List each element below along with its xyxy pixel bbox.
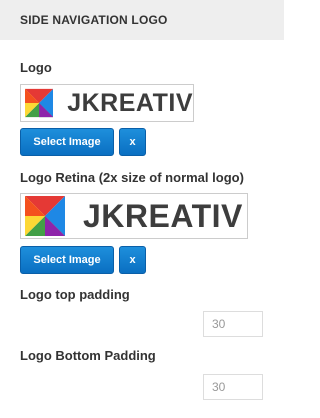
logo-bottom-padding-label: Logo Bottom Padding (20, 348, 156, 363)
logo-label: Logo (20, 60, 52, 75)
logo-select-image-button[interactable]: Select Image (20, 128, 114, 156)
jkreativ-logo-icon (25, 88, 54, 118)
section-header: SIDE NAVIGATION LOGO (0, 0, 284, 40)
logo-retina-select-image-button[interactable]: Select Image (20, 246, 114, 274)
logo-retina-label: Logo Retina (2x size of normal logo) (20, 170, 244, 185)
logo-remove-button[interactable]: x (119, 128, 146, 156)
logo-brand-text: JKREATIV (67, 88, 193, 117)
logo-retina-brand-text: JKREATIV (83, 198, 243, 234)
logo-retina-remove-button[interactable]: x (119, 246, 146, 274)
logo-bottom-padding-input[interactable]: 30 (203, 374, 263, 400)
section-title: SIDE NAVIGATION LOGO (20, 13, 168, 27)
logo-top-padding-input[interactable]: 30 (203, 311, 263, 337)
logo-retina-preview: JKREATIV (20, 193, 248, 239)
logo-preview: JKREATIV (20, 84, 194, 122)
jkreativ-logo-icon (25, 196, 65, 236)
logo-top-padding-label: Logo top padding (20, 287, 130, 302)
